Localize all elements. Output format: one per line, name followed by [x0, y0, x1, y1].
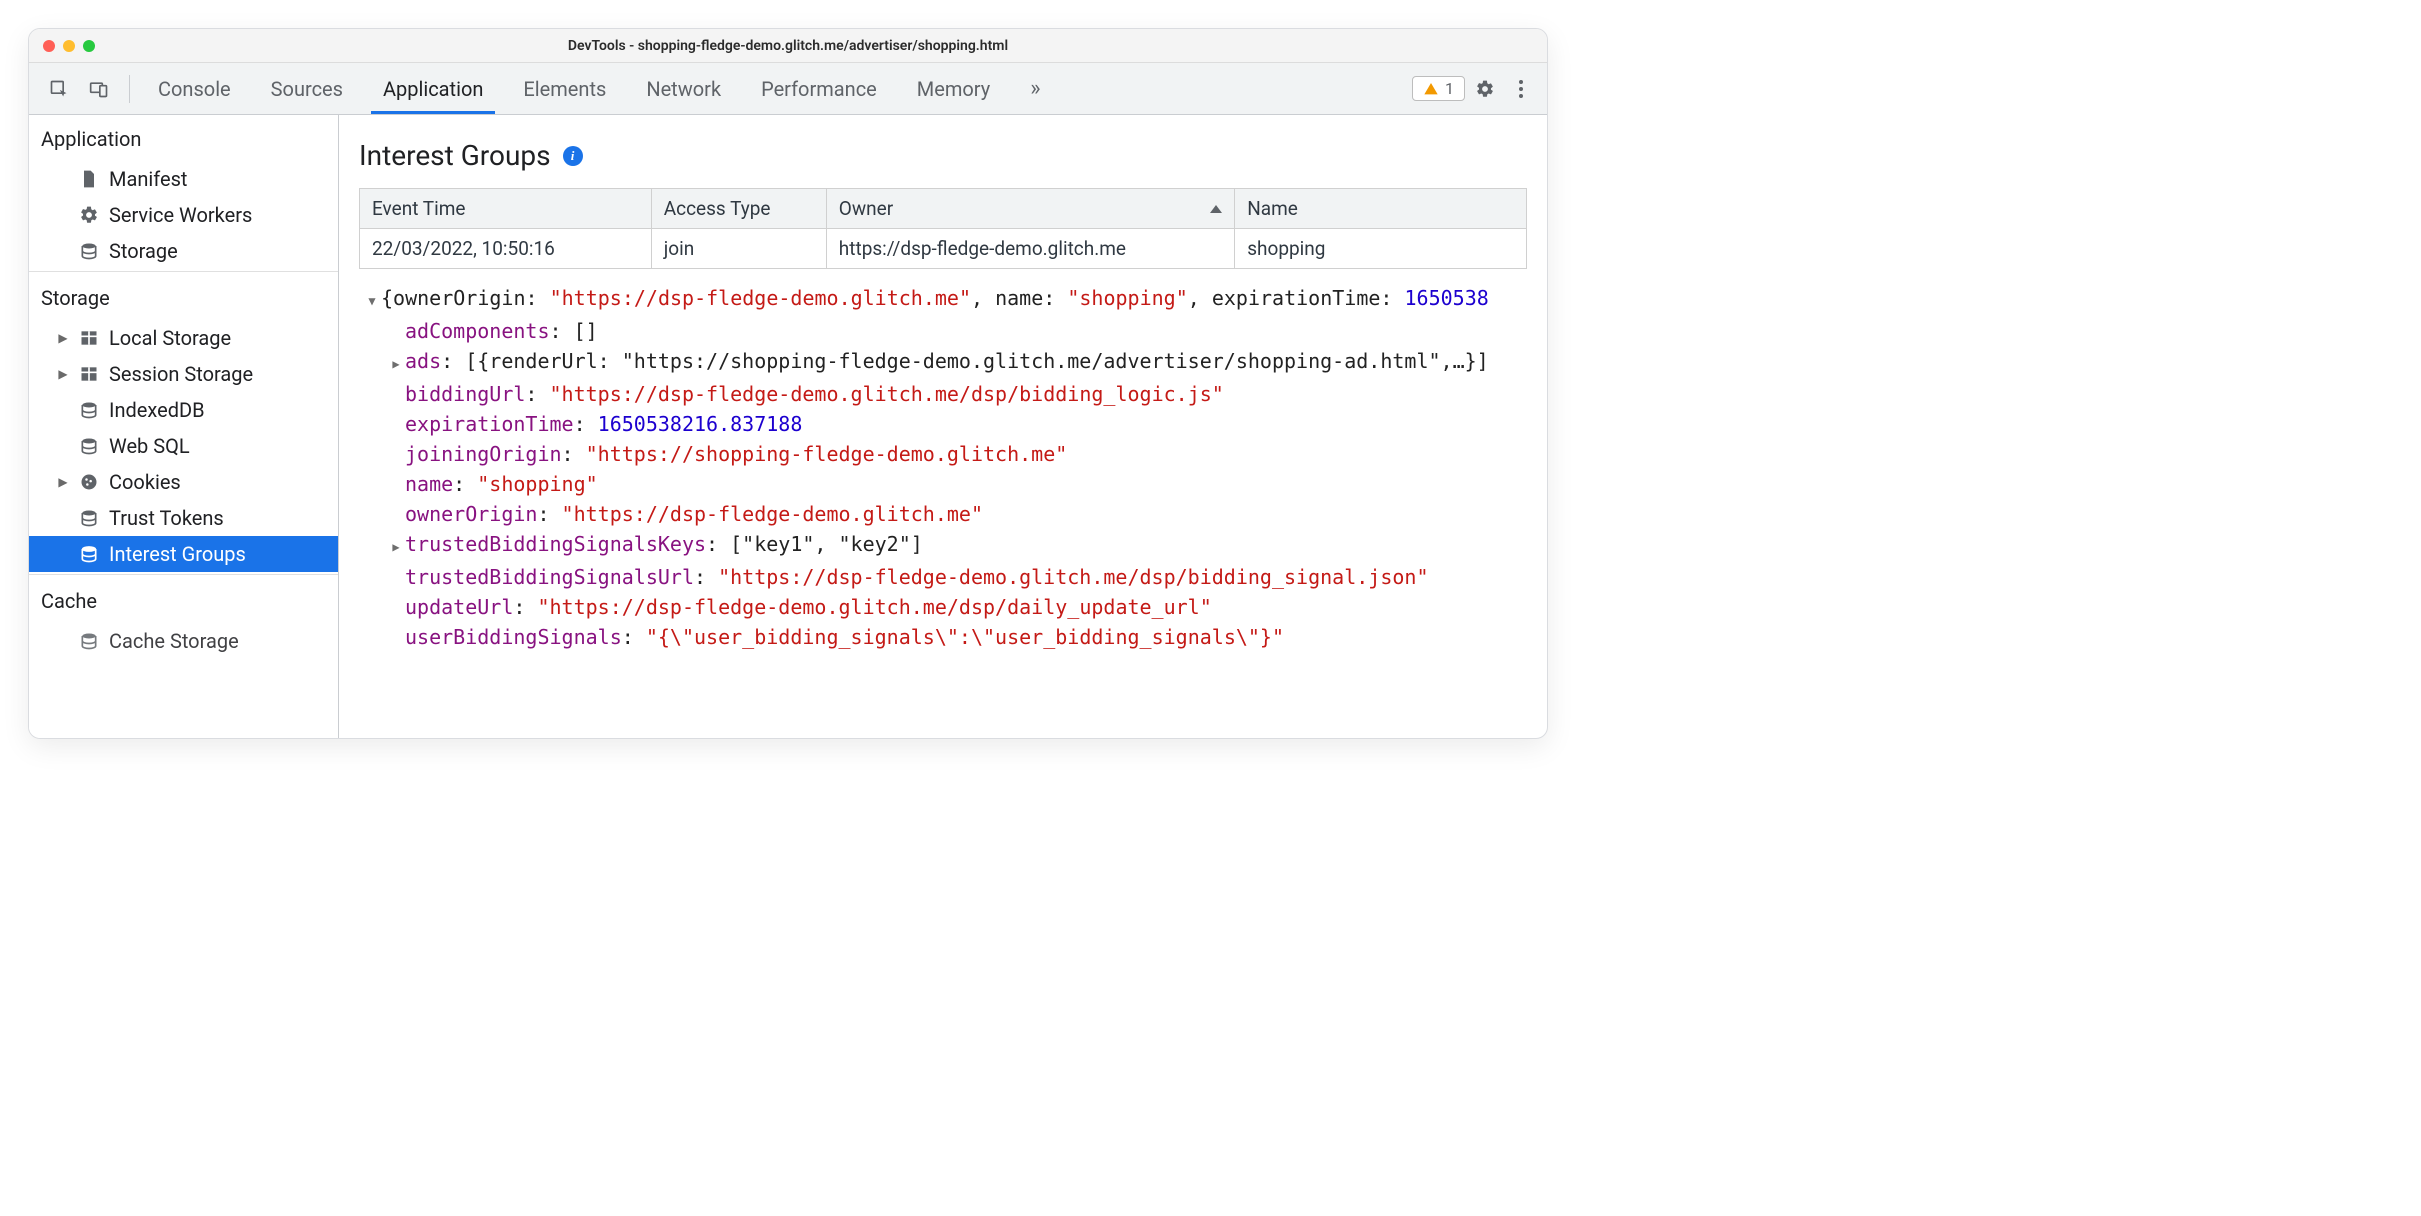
application-sidebar: Application ▶ Manifest ▶ Service Workers… — [29, 115, 339, 738]
cell-access-type: join — [651, 229, 826, 269]
cookie-icon — [79, 472, 99, 492]
prop-key: biddingUrl — [405, 382, 525, 406]
database-icon — [79, 508, 99, 528]
col-owner[interactable]: Owner — [826, 189, 1234, 229]
info-icon[interactable]: i — [563, 146, 583, 166]
sidebar-item-label: Session Storage — [109, 362, 253, 386]
col-name[interactable]: Name — [1235, 189, 1527, 229]
prop-key: joiningOrigin — [405, 442, 562, 466]
table-icon — [79, 328, 99, 348]
sidebar-item-manifest[interactable]: ▶ Manifest — [29, 161, 338, 197]
sidebar-item-label: Interest Groups — [109, 542, 246, 566]
sidebar-section-storage: Storage — [29, 274, 338, 320]
tab-performance[interactable]: Performance — [741, 63, 897, 114]
sidebar-item-session-storage[interactable]: ▶ Session Storage — [29, 356, 338, 392]
col-event-time[interactable]: Event Time — [360, 189, 652, 229]
database-icon — [79, 400, 99, 420]
panel-heading: Interest Groups i — [339, 115, 1547, 188]
file-icon — [79, 169, 99, 189]
sidebar-item-trust-tokens[interactable]: ▶ Trust Tokens — [29, 500, 338, 536]
sidebar-item-web-sql[interactable]: ▶ Web SQL — [29, 428, 338, 464]
sidebar-item-label: Manifest — [109, 167, 187, 191]
cell-event-time: 22/03/2022, 10:50:16 — [360, 229, 652, 269]
gear-icon — [79, 205, 99, 225]
prop-key: expirationTime — [405, 412, 574, 436]
sidebar-section-application: Application — [29, 115, 338, 161]
sidebar-item-label: Storage — [109, 239, 178, 263]
cell-name: shopping — [1235, 229, 1527, 269]
table-icon — [79, 364, 99, 384]
sidebar-item-interest-groups[interactable]: ▶ Interest Groups — [29, 536, 338, 572]
tab-application[interactable]: Application — [363, 63, 503, 114]
panel-tabs: Console Sources Application Elements Net… — [138, 63, 1412, 114]
prop-key: name — [405, 472, 453, 496]
settings-button[interactable] — [1469, 73, 1501, 105]
sidebar-item-label: Local Storage — [109, 326, 231, 350]
panel-title: Interest Groups — [359, 139, 551, 172]
database-icon — [79, 544, 99, 564]
sidebar-item-label: Trust Tokens — [109, 506, 224, 530]
interest-groups-table: Event Time Access Type Owner Name 22/03/… — [359, 188, 1527, 269]
tab-elements[interactable]: Elements — [503, 63, 626, 114]
sidebar-section-cache: Cache — [29, 577, 338, 623]
cell-owner: https://dsp-fledge-demo.glitch.me — [826, 229, 1234, 269]
prop-key: adComponents — [405, 319, 550, 343]
toggle-device-button[interactable] — [83, 73, 115, 105]
panel-main: Interest Groups i Event Time Access Type… — [339, 115, 1547, 738]
sidebar-item-label: Cache Storage — [109, 629, 239, 653]
object-viewer[interactable]: {ownerOrigin: "https://dsp-fledge-demo.g… — [339, 269, 1547, 738]
titlebar: DevTools - shopping-fledge-demo.glitch.m… — [29, 29, 1547, 63]
tab-network[interactable]: Network — [626, 63, 741, 114]
inspect-element-button[interactable] — [43, 73, 75, 105]
maximize-window-button[interactable] — [83, 40, 95, 52]
warnings-count: 1 — [1445, 79, 1454, 98]
sidebar-item-label: Cookies — [109, 470, 181, 494]
col-access-type[interactable]: Access Type — [651, 189, 826, 229]
close-window-button[interactable] — [43, 40, 55, 52]
warnings-badge[interactable]: 1 — [1412, 76, 1465, 101]
window-controls — [43, 40, 95, 52]
prop-key: ads — [405, 349, 441, 373]
prop-key: updateUrl — [405, 595, 513, 619]
devtools-window: DevTools - shopping-fledge-demo.glitch.m… — [28, 28, 1548, 739]
prop-key: trustedBiddingSignalsUrl — [405, 565, 694, 589]
sidebar-item-label: Service Workers — [109, 203, 252, 227]
tab-memory[interactable]: Memory — [897, 63, 1010, 114]
kebab-menu-button[interactable] — [1505, 73, 1537, 105]
sidebar-item-indexeddb[interactable]: ▶ IndexedDB — [29, 392, 338, 428]
storage-icon — [79, 241, 99, 261]
expand-toggle[interactable] — [389, 532, 403, 562]
prop-key: trustedBiddingSignalsKeys — [405, 532, 706, 556]
minimize-window-button[interactable] — [63, 40, 75, 52]
sidebar-item-storage[interactable]: ▶ Storage — [29, 233, 338, 269]
sidebar-item-local-storage[interactable]: ▶ Local Storage — [29, 320, 338, 356]
tab-sources[interactable]: Sources — [251, 63, 363, 114]
table-header-row: Event Time Access Type Owner Name — [360, 189, 1527, 229]
sort-indicator-icon — [1210, 205, 1222, 213]
expand-toggle[interactable] — [389, 349, 403, 379]
window-title: DevTools - shopping-fledge-demo.glitch.m… — [29, 38, 1547, 54]
prop-key: userBiddingSignals — [405, 625, 622, 649]
table-row[interactable]: 22/03/2022, 10:50:16 join https://dsp-fl… — [360, 229, 1527, 269]
devtools-toolbar: Console Sources Application Elements Net… — [29, 63, 1547, 115]
separator — [129, 75, 130, 103]
sidebar-item-cookies[interactable]: ▶ Cookies — [29, 464, 338, 500]
expand-toggle[interactable] — [365, 286, 379, 316]
sidebar-item-service-workers[interactable]: ▶ Service Workers — [29, 197, 338, 233]
database-icon — [79, 436, 99, 456]
prop-key: ownerOrigin — [405, 502, 537, 526]
sidebar-item-label: Web SQL — [109, 434, 190, 458]
tab-console[interactable]: Console — [138, 63, 251, 114]
sidebar-item-label: IndexedDB — [109, 398, 205, 422]
database-icon — [79, 631, 99, 651]
sidebar-item-cache-storage[interactable]: ▶ Cache Storage — [29, 623, 338, 659]
more-tabs-button[interactable]: » — [1010, 63, 1060, 114]
